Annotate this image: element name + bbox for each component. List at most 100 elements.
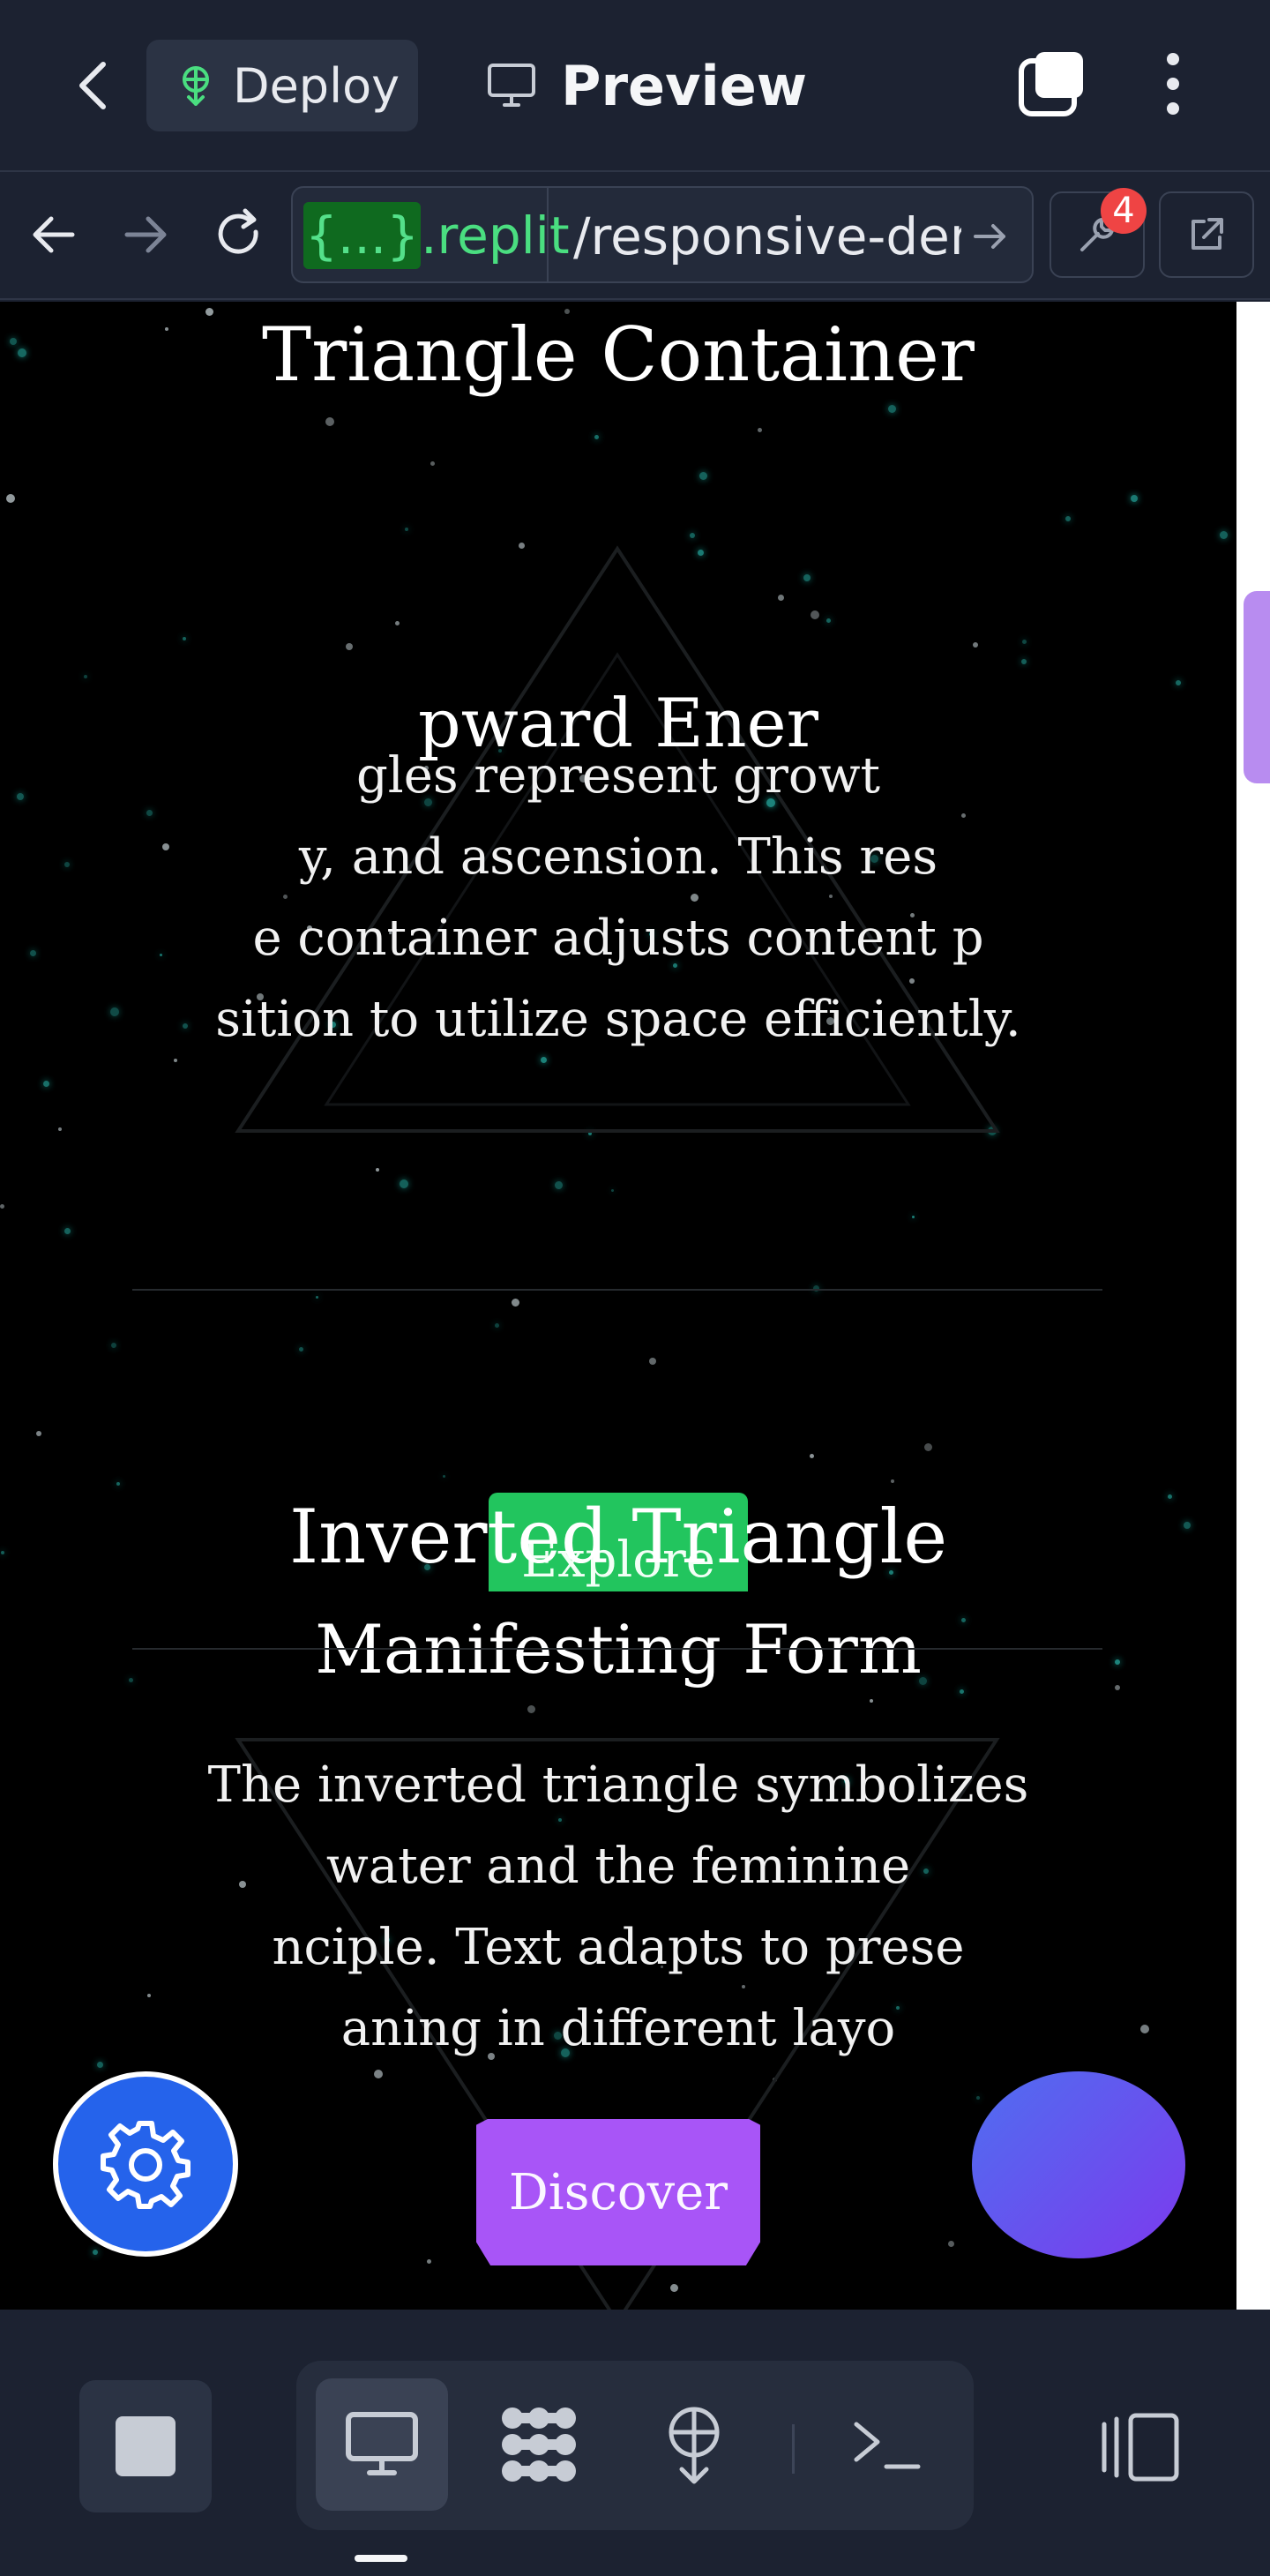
- nav-forward-button[interactable]: [116, 206, 175, 264]
- star: [512, 1299, 519, 1307]
- kebab-menu-icon: [1167, 53, 1179, 115]
- url-divider: [547, 188, 549, 281]
- star: [649, 1358, 656, 1365]
- star: [1220, 531, 1228, 539]
- dock-divider: [792, 2424, 795, 2474]
- assistant-button[interactable]: [972, 2071, 1185, 2258]
- terminal-icon: [854, 2422, 921, 2469]
- chevron-left-icon: [79, 62, 106, 109]
- star: [912, 1216, 915, 1218]
- devices-icon: [1102, 2413, 1179, 2482]
- star: [443, 1475, 445, 1478]
- tool-switcher: [296, 2361, 974, 2530]
- star: [0, 1204, 4, 1209]
- arrow-left-icon: [33, 216, 75, 253]
- star: [758, 428, 762, 432]
- scrollbar-thumb[interactable]: [1244, 591, 1270, 783]
- url-path: /responsive-dem: [573, 206, 961, 266]
- divider: [132, 1648, 1102, 1650]
- deploy-icon: [183, 66, 209, 106]
- stop-icon: [116, 2416, 176, 2476]
- nav-back-button[interactable]: [25, 206, 83, 264]
- star: [924, 1443, 932, 1451]
- web-preview[interactable]: Triangle Container pward Ener gles repre…: [0, 302, 1236, 2310]
- star: [891, 1479, 894, 1483]
- workflows-tool[interactable]: [473, 2378, 605, 2511]
- url-field[interactable]: {...} .replit /responsive-dem: [291, 186, 1034, 283]
- reload-button[interactable]: [210, 206, 268, 264]
- url-bar: {...} .replit /responsive-dem 4: [0, 174, 1270, 300]
- back-button[interactable]: [62, 55, 123, 116]
- open-external-button[interactable]: [1159, 191, 1254, 278]
- star: [1131, 495, 1138, 502]
- monitor-icon: [488, 64, 535, 107]
- home-indicator: [355, 2555, 407, 2562]
- description-line: y, and ascension. This res: [298, 828, 938, 886]
- preview-tab[interactable]: Preview: [487, 40, 807, 131]
- description-line: nciple. Text adapts to prese: [272, 1919, 965, 1976]
- webview-tool[interactable]: [316, 2378, 448, 2511]
- star: [611, 1189, 614, 1192]
- description-line: water and the feminine: [325, 1838, 911, 1895]
- more-menu-button[interactable]: [1147, 49, 1199, 119]
- star: [1022, 640, 1027, 644]
- star: [43, 1081, 49, 1087]
- star: [84, 675, 87, 678]
- section-title: Triangle Container: [262, 311, 975, 398]
- star: [527, 1705, 535, 1713]
- url-host: {...} .replit: [303, 198, 570, 273]
- star: [111, 1343, 116, 1348]
- star: [430, 461, 435, 466]
- shell-tool[interactable]: [820, 2378, 952, 2511]
- reload-icon: [218, 208, 258, 254]
- external-link-icon: [1192, 218, 1223, 250]
- star: [690, 533, 695, 538]
- star: [1065, 516, 1071, 521]
- divider: [132, 1289, 1102, 1291]
- star: [376, 1168, 379, 1172]
- url-host-highlight: {...}: [303, 202, 422, 269]
- star: [36, 1431, 41, 1436]
- star: [594, 435, 599, 439]
- tabs-icon: [1019, 52, 1083, 116]
- arrow-right-icon: [124, 216, 167, 253]
- stop-button[interactable]: [79, 2380, 212, 2512]
- deploy-label: Deploy: [233, 57, 400, 114]
- star: [93, 2250, 98, 2255]
- star: [555, 1181, 563, 1189]
- description-line: aning in different layo: [340, 2000, 896, 2057]
- devices-button[interactable]: [1080, 2385, 1203, 2509]
- star: [870, 1699, 873, 1703]
- settings-button[interactable]: [53, 2071, 238, 2257]
- description-line: gles represent growt: [355, 747, 881, 805]
- star: [299, 1347, 303, 1352]
- star: [495, 1323, 499, 1328]
- app-bar: Deploy Preview: [0, 0, 1270, 172]
- star: [325, 417, 334, 426]
- description-line: The inverted triangle symbolizes: [207, 1756, 1029, 1814]
- deploy-icon: [669, 2407, 720, 2484]
- devtools-badge: 4: [1101, 188, 1147, 234]
- discover-button[interactable]: Discover: [476, 2119, 760, 2265]
- deploy-button[interactable]: Deploy: [146, 40, 418, 131]
- star: [1021, 659, 1027, 664]
- section-title: Inverted Triangle: [288, 1494, 948, 1580]
- gear-icon: [101, 2121, 190, 2209]
- card-description: The inverted triangle symbolizes water a…: [0, 1745, 1236, 2070]
- star: [400, 1179, 408, 1188]
- monitor-icon: [346, 2412, 418, 2475]
- star: [64, 1228, 71, 1234]
- star: [58, 1127, 62, 1131]
- description-line: sition to utilize space efficiently.: [215, 991, 1021, 1048]
- preview-label: Preview: [561, 53, 808, 118]
- card-heading: Manifesting Form: [315, 1610, 922, 1689]
- deploy-tool[interactable]: [628, 2378, 760, 2511]
- star: [6, 494, 15, 503]
- star: [405, 528, 408, 531]
- tabs-button[interactable]: [1016, 49, 1087, 119]
- arrow-right-icon: [974, 224, 1005, 249]
- url-go-button[interactable]: [968, 214, 1012, 258]
- card-description: gles represent growt y, and ascension. T…: [0, 736, 1236, 1060]
- bottom-dock: [0, 2311, 1270, 2576]
- star: [810, 1454, 814, 1458]
